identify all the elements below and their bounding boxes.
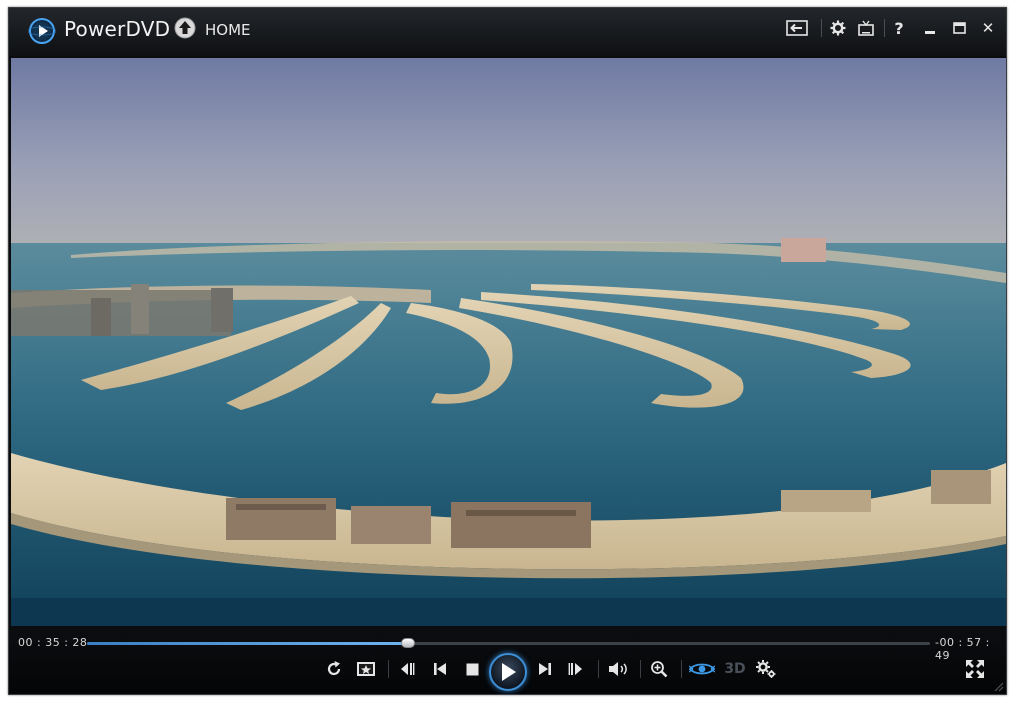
title-bar[interactable]: PowerDVD HOME ? ✕ bbox=[9, 8, 1006, 56]
powerdvd-logo-icon bbox=[28, 18, 56, 44]
step-forward-icon[interactable] bbox=[563, 656, 589, 682]
play-button[interactable] bbox=[489, 653, 527, 691]
more-settings-icon[interactable] bbox=[753, 656, 779, 682]
powerdvd-window: PowerDVD HOME ? ✕ 00: 35: 28 -00: 57 … bbox=[8, 7, 1007, 695]
video-frame[interactable] bbox=[11, 58, 1006, 626]
control-bar: 00 : 35 : 28 -00 : 57 : 49 3D bbox=[9, 630, 1006, 694]
back-to-desktop-icon[interactable] bbox=[785, 18, 809, 38]
previous-icon[interactable] bbox=[427, 656, 453, 682]
snapshot-icon[interactable] bbox=[353, 656, 379, 682]
tv-mode-icon[interactable] bbox=[855, 18, 877, 38]
seek-bar[interactable] bbox=[87, 638, 930, 648]
play-icon bbox=[502, 663, 516, 681]
seek-thumb[interactable] bbox=[401, 638, 416, 648]
zoom-icon[interactable] bbox=[646, 656, 672, 682]
trueview-eye-icon[interactable] bbox=[687, 656, 717, 682]
home-up-arrow-icon[interactable] bbox=[173, 16, 197, 40]
controls-separator bbox=[640, 660, 641, 678]
controls-separator bbox=[598, 660, 599, 678]
settings-gear-icon[interactable] bbox=[827, 18, 849, 38]
maximize-icon[interactable] bbox=[948, 18, 970, 38]
video-frame-image bbox=[11, 58, 1006, 626]
help-icon[interactable]: ? bbox=[888, 18, 910, 38]
3d-label: 3D bbox=[724, 661, 746, 677]
title-separator bbox=[821, 19, 822, 37]
3d-icon[interactable]: 3D bbox=[722, 656, 748, 682]
title-separator bbox=[884, 19, 885, 37]
seek-progress bbox=[87, 642, 409, 645]
repeat-icon[interactable] bbox=[321, 656, 347, 682]
volume-icon[interactable] bbox=[606, 656, 632, 682]
minimize-icon[interactable] bbox=[919, 18, 941, 38]
home-label[interactable]: HOME bbox=[205, 21, 251, 39]
step-back-icon[interactable] bbox=[394, 656, 420, 682]
controls-separator bbox=[681, 660, 682, 678]
stop-icon[interactable] bbox=[459, 656, 485, 682]
controls-separator bbox=[388, 660, 389, 678]
close-icon[interactable]: ✕ bbox=[977, 18, 999, 38]
app-title: PowerDVD bbox=[64, 17, 171, 41]
fullscreen-icon[interactable] bbox=[962, 656, 988, 682]
resize-grip-icon[interactable] bbox=[994, 682, 1004, 692]
elapsed-time: 00 : 35 : 28 bbox=[18, 636, 88, 649]
next-icon[interactable] bbox=[532, 656, 558, 682]
